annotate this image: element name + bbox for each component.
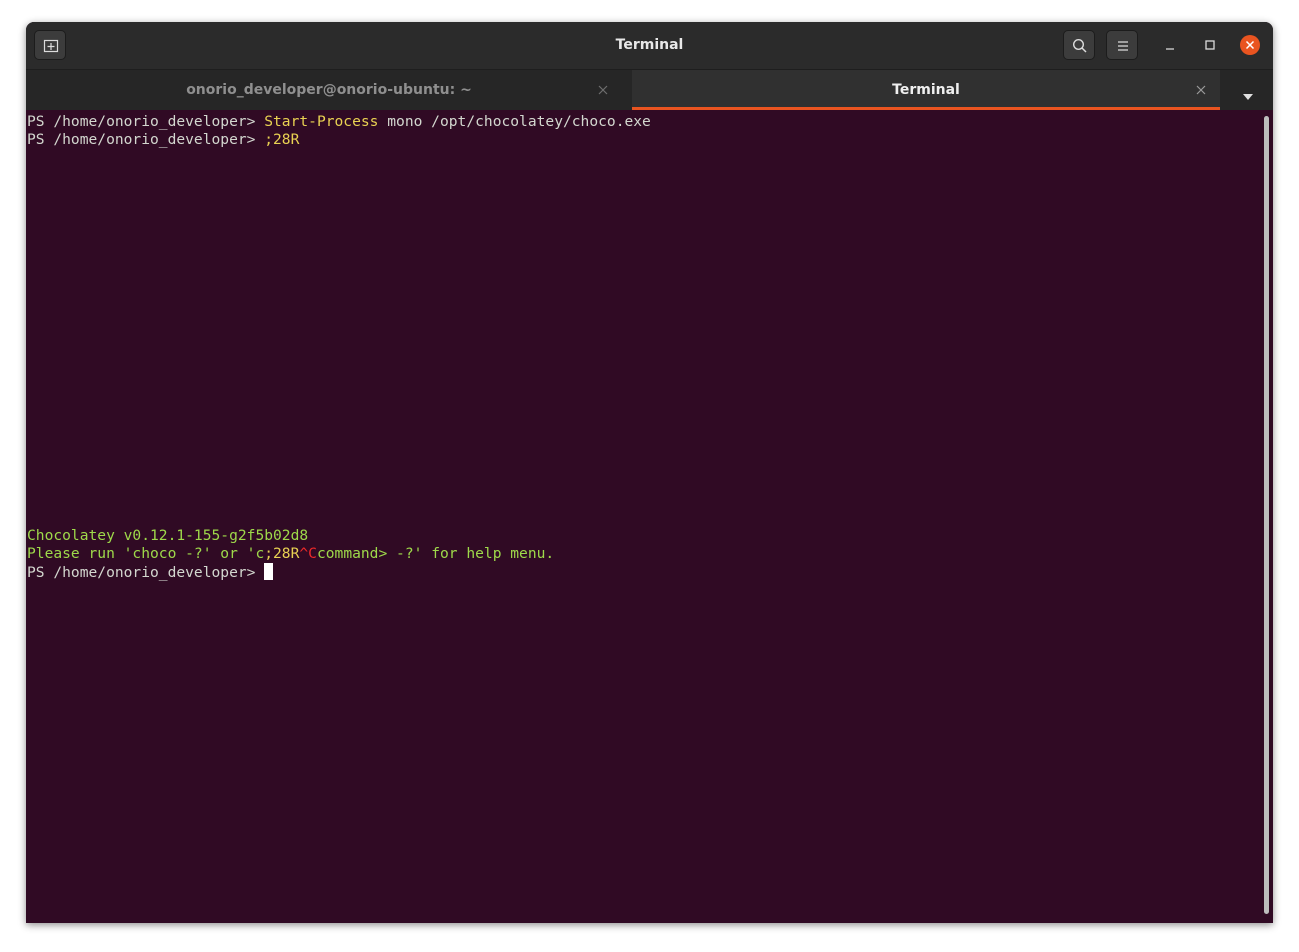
prompt: PS /home/onorio_developer> (27, 564, 265, 581)
close-icon (1196, 85, 1206, 95)
tab-label: Terminal (892, 82, 960, 98)
tabs-dropdown-button[interactable] (1242, 86, 1254, 100)
prompt: PS /home/onorio_developer> (27, 113, 265, 130)
tab-label: onorio_developer@onorio-ubuntu: ~ (186, 82, 472, 98)
title-bar[interactable]: Terminal (26, 22, 1273, 70)
menu-button[interactable] (1106, 30, 1138, 60)
search-icon (1072, 38, 1087, 53)
minimize-button[interactable] (1160, 35, 1180, 55)
scrollbar-thumb[interactable] (1264, 116, 1269, 914)
tab-close-button[interactable] (1195, 84, 1207, 96)
prompt: PS /home/onorio_developer> (27, 131, 265, 148)
tab-close-button[interactable] (597, 84, 609, 96)
minimize-icon (1166, 48, 1174, 50)
terminal-output[interactable]: PS /home/onorio_developer> Start-Process… (26, 112, 1261, 923)
terminal-line: PS /home/onorio_developer> Start-Process… (27, 113, 651, 131)
command-args: mono /opt/chocolatey/choco.exe (378, 113, 651, 130)
search-button[interactable] (1063, 30, 1095, 60)
output-text: ;28R (264, 545, 300, 562)
terminal-line: PS /home/onorio_developer> (27, 563, 274, 581)
command: ;28R (264, 131, 300, 148)
terminal-line: Chocolatey v0.12.1-155-g2f5b02d8 (27, 527, 308, 545)
scrollbar[interactable] (1262, 112, 1273, 923)
terminal-line: PS /home/onorio_developer> ;28R (27, 131, 299, 149)
output-text: command> -?' for help menu. (316, 545, 555, 562)
output-text: Chocolatey v0.12.1-155-g2f5b02d8 (27, 527, 309, 544)
close-icon (598, 85, 608, 95)
hamburger-menu-icon (1118, 41, 1128, 51)
chevron-down-icon (1243, 94, 1253, 100)
tab-terminal[interactable]: Terminal (632, 70, 1220, 110)
output-text: Please run 'choco -?' or 'c (27, 545, 265, 562)
tab-onorio-home[interactable]: onorio_developer@onorio-ubuntu: ~ (26, 70, 632, 110)
maximize-button[interactable] (1200, 35, 1220, 55)
output-text: ^C (299, 545, 317, 562)
terminal-window: Terminal onorio_developer@onorio-ubuntu:… (26, 22, 1273, 923)
close-icon (1245, 40, 1255, 50)
command: Start-Process (264, 113, 379, 130)
close-window-button[interactable] (1240, 35, 1260, 55)
terminal-line: Please run 'choco -?' or 'c;28R^Ccommand… (27, 545, 554, 563)
maximize-icon (1205, 40, 1215, 50)
text-cursor (264, 563, 274, 580)
tab-bar: onorio_developer@onorio-ubuntu: ~ Termin… (26, 70, 1273, 110)
